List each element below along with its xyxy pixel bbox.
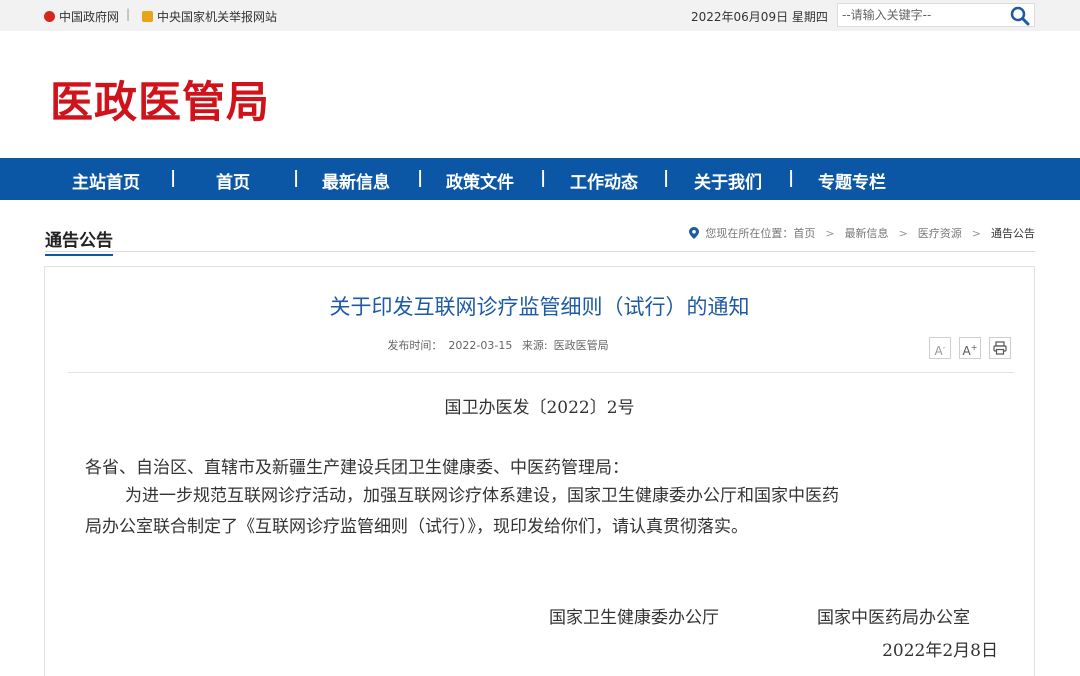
- source-value: 医政医管局: [553, 339, 609, 352]
- search-input[interactable]: [842, 7, 1002, 23]
- article-card: 关于印发互联网诊疗监管细则（试行）的通知 发布时间： 2022-03-15 来源:…: [44, 266, 1035, 676]
- publish-date: 2022-03-15: [448, 339, 513, 352]
- nav-item-about[interactable]: 关于我们: [694, 168, 762, 193]
- font-smaller-button[interactable]: A-: [929, 337, 951, 359]
- font-smaller-icon: A: [934, 344, 943, 358]
- report-emblem-icon: [142, 11, 153, 22]
- breadcrumb-item-latest[interactable]: 最新信息: [845, 225, 889, 241]
- body-paragraph-line2: 局办公室联合制定了《互联网诊疗监管细则（试行）》，现印发给你们，请认真贯彻落实。: [85, 517, 748, 537]
- nav-separator: |: [170, 168, 177, 188]
- breadcrumb-item-current[interactable]: 通告公告: [991, 225, 1035, 241]
- publish-date-label: 发布时间：: [387, 339, 443, 352]
- font-larger-button[interactable]: A+: [959, 337, 981, 359]
- document-number: 国卫办医发〔2022〕2号: [444, 398, 635, 418]
- addressee: 各省、自治区、直辖市及新疆生产建设兵团卫生健康委、中医药管理局：: [85, 458, 629, 478]
- chevron-right-icon: >: [898, 226, 908, 240]
- article-meta: 发布时间： 2022-03-15 来源: 医政医管局: [45, 337, 951, 353]
- chevron-right-icon: >: [825, 226, 835, 240]
- report-site-link[interactable]: 中央国家机关举报网站: [142, 8, 277, 25]
- gov-site-link[interactable]: 中国政府网: [44, 8, 119, 25]
- body-paragraph-line1: 为进一步规范互联网诊疗活动，加强互联网诊疗体系建设，国家卫生健康委办公厅和国家中…: [125, 486, 839, 506]
- print-icon: [993, 341, 1007, 355]
- nav-item-topics[interactable]: 专题专栏: [818, 168, 886, 193]
- print-button[interactable]: [989, 337, 1011, 359]
- article-divider: [68, 372, 1014, 373]
- nav-separator: |: [540, 168, 547, 188]
- main-nav: 主站首页 | 首页 | 最新信息 | 政策文件 | 工作动态 | 关于我们 | …: [0, 158, 1080, 200]
- current-date: 2022年06月09日 星期四: [691, 10, 828, 24]
- nav-separator: |: [663, 168, 670, 188]
- section-divider: [45, 251, 1035, 252]
- national-emblem-icon: [44, 11, 55, 22]
- search-box: [837, 3, 1035, 27]
- source-label: 来源:: [521, 339, 548, 352]
- nav-item-work[interactable]: 工作动态: [570, 168, 638, 193]
- font-larger-icon: A: [962, 344, 971, 358]
- report-site-label: 中央国家机关举报网站: [157, 10, 278, 24]
- nav-separator: |: [788, 168, 795, 188]
- signatory-nhc: 国家卫生健康委办公厅: [549, 608, 719, 628]
- signature-date: 2022年2月8日: [882, 641, 998, 661]
- location-pin-icon: [689, 227, 700, 239]
- article-title: 关于印发互联网诊疗监管细则（试行）的通知: [329, 295, 750, 319]
- top-separator: |: [126, 7, 131, 21]
- nav-item-latest[interactable]: 最新信息: [322, 168, 390, 193]
- nav-item-policy[interactable]: 政策文件: [446, 168, 514, 193]
- chevron-right-icon: >: [971, 226, 981, 240]
- search-icon[interactable]: [1010, 6, 1030, 26]
- signatory-tcm: 国家中医药局办公室: [817, 608, 970, 628]
- nav-separator: |: [293, 168, 300, 188]
- breadcrumb-item-resources[interactable]: 医疗资源: [918, 225, 962, 241]
- site-logo[interactable]: 医政医管局: [50, 68, 270, 130]
- top-bar: 中国政府网 | 中央国家机关举报网站 2022年06月09日 星期四: [0, 0, 1080, 31]
- nav-item-main-home[interactable]: 主站首页: [72, 168, 140, 193]
- breadcrumb-item-home[interactable]: 首页: [793, 225, 815, 241]
- nav-item-home[interactable]: 首页: [216, 168, 250, 193]
- nav-separator: |: [417, 168, 424, 188]
- breadcrumb: 您现在所在位置： 首页 > 最新信息 > 医疗资源 > 通告公告: [689, 225, 1035, 241]
- gov-site-label: 中国政府网: [59, 10, 120, 24]
- breadcrumb-prefix: 您现在所在位置：: [705, 227, 794, 240]
